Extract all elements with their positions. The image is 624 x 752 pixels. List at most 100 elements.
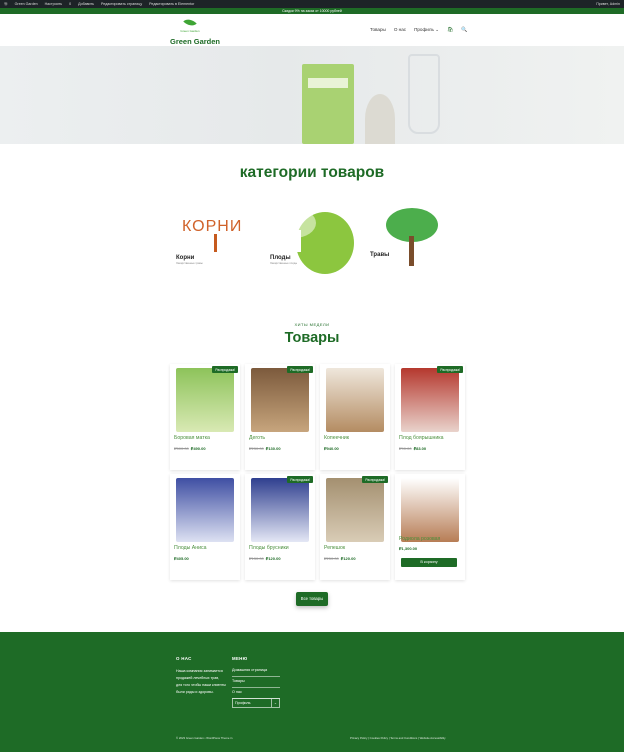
current-price: ₽130.00	[265, 446, 281, 451]
admin-customize-link[interactable]: Настроить	[45, 2, 63, 6]
current-price: ₽405.00	[174, 556, 189, 561]
footer-about-title: О НАС	[176, 656, 192, 661]
current-price: ₽83.00	[413, 446, 427, 451]
hero-banner	[0, 46, 624, 144]
footer-menu: Домашняя страница Товары О нас	[232, 666, 280, 699]
product-price: ₽130.00 ₽120.00	[249, 556, 281, 561]
product-card[interactable]: Распродажа! Плод боярышника ₽90.00 ₽83.00	[395, 364, 465, 470]
footer-profile-select-label: Профиль	[235, 701, 251, 705]
footer-menu-title: МЕНЮ	[232, 656, 248, 661]
product-price: ₽230.00 ₽130.00	[249, 446, 281, 451]
product-card[interactable]: Распродажа! Боровая матка ₽500.00 ₽490.00	[170, 364, 240, 470]
product-image[interactable]	[176, 368, 234, 432]
roots-icon	[214, 234, 217, 252]
category-plody[interactable]: Плоды Лекарственные плоды	[268, 200, 356, 278]
product-name[interactable]: Родиола розовая	[399, 536, 440, 542]
admin-comments-count[interactable]: 0	[69, 2, 71, 6]
hero-flask-image	[408, 54, 440, 134]
site-header: Green Garden Green Garden Товары О нас П…	[0, 14, 624, 46]
product-image[interactable]	[176, 478, 234, 542]
current-price: ₽940.00	[324, 446, 339, 451]
sale-badge: Распродажа!	[362, 476, 388, 483]
old-price: ₽500.00	[174, 446, 189, 451]
product-card[interactable]: Распродажа! Деготь ₽230.00 ₽130.00	[245, 364, 315, 470]
chevron-down-icon: ⌄	[435, 27, 440, 32]
tree-trunk-icon	[296, 230, 301, 252]
all-products-button[interactable]: Все товары	[296, 592, 328, 606]
product-price: ₽500.00 ₽490.00	[174, 446, 206, 451]
admin-site-link[interactable]: Green Garden	[15, 2, 38, 6]
product-name[interactable]: Плод боярышника	[399, 435, 444, 441]
nav-item-profile[interactable]: Профиль ⌄	[414, 27, 439, 33]
categories-title: категории товаров	[239, 164, 385, 181]
product-image[interactable]	[326, 368, 384, 432]
footer-about-text: Наша компания занимается продажей лечебн…	[176, 669, 226, 694]
product-image[interactable]	[401, 368, 459, 432]
product-price: ₽1,300.00	[399, 546, 417, 551]
category-korni[interactable]: КОРНИ Корни Лекарственные травы	[174, 200, 262, 278]
product-price: ₽250.00 ₽120.00	[324, 556, 356, 561]
category-name: Корни	[176, 255, 195, 261]
admin-add-link[interactable]: Добавить	[78, 2, 94, 6]
nav-item-tovary[interactable]: Товары	[370, 27, 386, 33]
footer-profile-select[interactable]: Профиль ⌄	[232, 698, 280, 708]
site-name[interactable]: Green Garden	[170, 37, 220, 46]
cart-icon[interactable]: 🛍	[447, 27, 453, 33]
product-card[interactable]: Копеечник ₽940.00	[320, 364, 390, 470]
footer-legal-links[interactable]: Privacy Policy | Cookies Policy | Terms …	[350, 736, 446, 740]
current-price: ₽490.00	[190, 446, 206, 451]
product-image[interactable]	[251, 368, 309, 432]
footer-copyright: © 2023 Green Garden • WordPress Theme in	[176, 736, 233, 740]
product-name[interactable]: Репешок	[324, 545, 345, 551]
site-footer: О НАС Наша компания занимается продажей …	[0, 632, 624, 752]
product-name[interactable]: Плоды брусники	[249, 545, 289, 551]
product-image[interactable]	[401, 478, 459, 542]
product-name[interactable]: Плоды Аниса	[174, 545, 206, 551]
product-card[interactable]: Распродажа! Репешок ₽250.00 ₽120.00	[320, 474, 390, 580]
sale-badge: Распродажа!	[287, 366, 313, 373]
admin-edit-elementor-link[interactable]: Редактировать в Elementor	[149, 2, 194, 6]
hero-plant-image	[365, 94, 395, 144]
product-image[interactable]	[326, 478, 384, 542]
nav-item-profile-label: Профиль	[414, 27, 434, 32]
korni-image-text: КОРНИ	[182, 218, 243, 235]
product-name[interactable]: Боровая матка	[174, 435, 210, 441]
category-name: Травы	[370, 252, 390, 258]
old-price: ₽130.00	[249, 556, 264, 561]
admin-greeting[interactable]: Привет, Admin	[596, 2, 620, 6]
wp-logo-icon[interactable]: Ⓦ	[4, 2, 8, 7]
current-price: ₽1,300.00	[399, 546, 418, 551]
old-price: ₽230.00	[249, 446, 264, 451]
sale-badge: Распродажа!	[212, 366, 238, 373]
nav-item-o-nas[interactable]: О нас	[394, 27, 406, 33]
product-image[interactable]	[251, 478, 309, 542]
category-desc: Лекарственные травы	[176, 262, 203, 265]
product-card[interactable]: Родиола розовая ₽1,300.00 В корзину	[395, 474, 465, 580]
admin-edit-page-link[interactable]: Редактировать страницу	[101, 2, 142, 6]
main-nav: Товары О нас Профиль ⌄ 🛍 🔍	[370, 27, 468, 33]
footer-menu-item-tovary[interactable]: Товары	[232, 677, 280, 688]
product-card[interactable]: Распродажа! Плоды брусники ₽130.00 ₽120.00	[245, 474, 315, 580]
current-price: ₽120.00	[340, 556, 356, 561]
leaf-logo-icon[interactable]	[183, 15, 197, 30]
footer-menu-item-home[interactable]: Домашняя страница	[232, 666, 280, 677]
products-subtitle: ХИТЫ МЕДЕЛИ	[294, 322, 330, 327]
current-price: ₽120.00	[265, 556, 281, 561]
chevron-down-icon: ⌄	[271, 699, 279, 707]
product-name[interactable]: Копеечник	[324, 435, 349, 441]
product-card[interactable]: Плоды Аниса ₽405.00	[170, 474, 240, 580]
old-price: ₽90.00	[399, 446, 412, 451]
product-price: ₽940.00	[324, 446, 339, 451]
tree-trunk-icon	[409, 236, 414, 266]
category-name: Плоды	[270, 255, 291, 261]
search-icon[interactable]: 🔍	[461, 27, 467, 33]
product-name[interactable]: Деготь	[249, 435, 265, 441]
logo-small-text: Green Garden	[180, 29, 200, 33]
category-travy[interactable]: Травы	[368, 200, 456, 278]
products-title: Товары	[284, 330, 340, 346]
product-price: ₽405.00	[174, 556, 189, 561]
tree-crown-icon	[272, 208, 316, 238]
hero-box-label-image	[308, 78, 348, 88]
add-to-cart-button[interactable]: В корзину	[401, 558, 457, 567]
sale-badge: Распродажа!	[287, 476, 313, 483]
